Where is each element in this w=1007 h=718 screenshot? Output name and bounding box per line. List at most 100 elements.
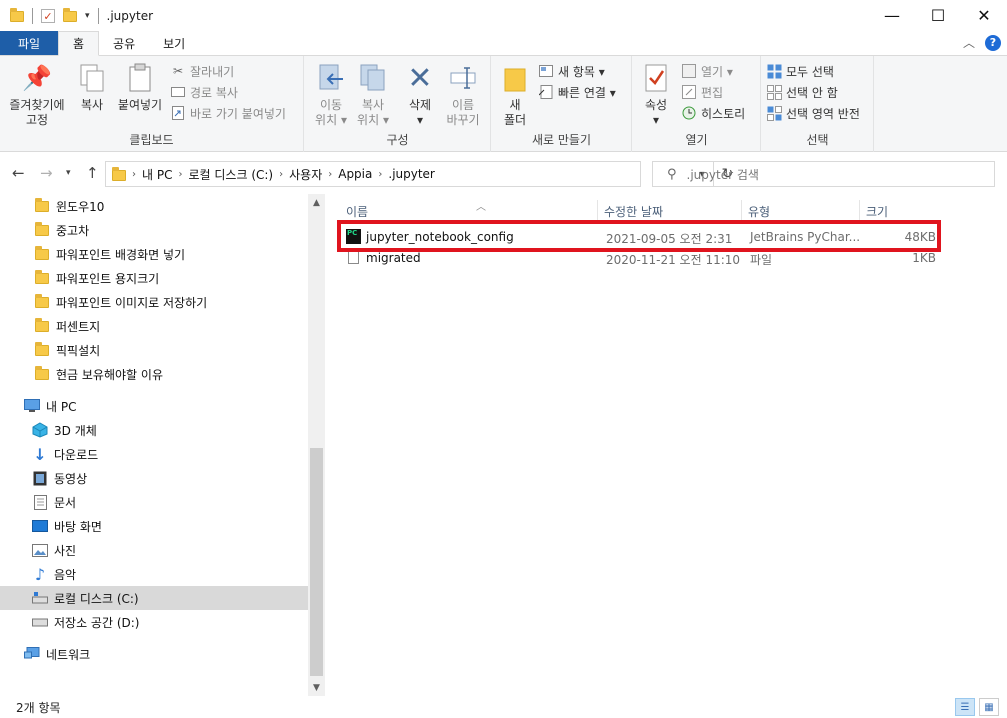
organize-group: 이동 위치 ▾ 복사 위치 ▾ ✕ 삭제 ▾ 이름 바꾸기 구성 xyxy=(305,56,491,152)
nav-item-pictures[interactable]: 사진 xyxy=(0,538,308,562)
up-arrow-icon[interactable]: ↑ xyxy=(86,164,99,182)
select-group-label: 선택 xyxy=(806,133,829,147)
film-icon xyxy=(32,470,48,486)
nav-item-local-disk[interactable]: 로컬 디스크 (C:) xyxy=(0,586,308,610)
nav-item-folder[interactable]: 퍼센트지 xyxy=(0,314,308,338)
customize-toolbar-icon[interactable]: ▾ xyxy=(85,11,90,21)
breadcrumb-this-pc[interactable]: 내 PC xyxy=(142,166,172,183)
history-button[interactable]: 히스토리 xyxy=(681,103,745,123)
paste-shortcut-button[interactable]: 바로 가기 붙여넣기 xyxy=(170,103,286,123)
breadcrumb-separator-icon[interactable]: › xyxy=(378,169,382,180)
breadcrumb-separator-icon[interactable]: › xyxy=(178,169,182,180)
nav-item-folder[interactable]: 중고차 xyxy=(0,218,308,242)
ribbon: 📌 즐겨찾기에 고정 복사 붙여넣기 ✂ 잘라내기 경로 복사 바로 가기 붙여… xyxy=(0,56,1007,152)
new-group-label: 새로 만들기 xyxy=(531,133,591,147)
large-icons-view-icon[interactable]: ▦ xyxy=(979,698,999,716)
breadcrumb-local-disk[interactable]: 로컬 디스크 (C:) xyxy=(188,166,273,183)
file-type: 파일 xyxy=(750,253,773,267)
download-arrow-icon: ↓ xyxy=(33,444,47,464)
new-folder-icon[interactable] xyxy=(63,7,77,22)
properties-check-icon[interactable]: ✓ xyxy=(41,9,55,23)
copy-button[interactable]: 복사 xyxy=(72,62,112,113)
move-to-button[interactable]: 이동 위치 ▾ xyxy=(311,62,351,128)
column-header-size[interactable]: 크기 xyxy=(860,200,938,222)
pin-to-quick-access-button[interactable]: 📌 즐겨찾기에 고정 xyxy=(6,62,68,128)
breadcrumb-appia[interactable]: Appia xyxy=(338,167,372,181)
nav-item-music[interactable]: ♪ 음악 xyxy=(0,562,308,586)
easy-access-button[interactable]: 빠른 연결 ▾ xyxy=(538,82,616,102)
copy-to-button[interactable]: 복사 위치 ▾ xyxy=(353,62,393,128)
select-group: 모두 선택 선택 안 함 선택 영역 반전 선택 xyxy=(762,56,874,152)
cut-button[interactable]: ✂ 잘라내기 xyxy=(170,61,234,81)
scroll-down-icon[interactable]: ▼ xyxy=(308,679,325,696)
forward-arrow-icon[interactable]: → xyxy=(40,164,53,182)
delete-button[interactable]: ✕ 삭제 ▾ xyxy=(401,62,439,128)
scrollbar-thumb[interactable] xyxy=(310,448,323,676)
open-group: 속성 ▾ 열기 ▾ 편집 히스토리 열기 xyxy=(633,56,761,152)
maximize-button[interactable]: ☐ xyxy=(915,0,961,30)
folder-icon xyxy=(112,167,126,181)
nav-item-folder[interactable]: 파워포인트 이미지로 저장하기 xyxy=(0,290,308,314)
nav-item-network[interactable]: 네트워크 xyxy=(0,642,308,666)
breadcrumb-separator-icon[interactable]: › xyxy=(328,169,332,180)
tab-home[interactable]: 홈 xyxy=(58,31,100,56)
new-item-button[interactable]: 새 항목 ▾ xyxy=(538,61,605,81)
minimize-button[interactable]: — xyxy=(869,0,915,30)
column-header-date[interactable]: 수정한 날짜 xyxy=(598,200,742,222)
breadcrumb-separator-icon[interactable]: › xyxy=(279,169,283,180)
rename-button[interactable]: 이름 바꾸기 xyxy=(443,62,483,128)
path-icon xyxy=(170,84,186,100)
breadcrumb-jupyter[interactable]: .jupyter xyxy=(388,167,435,181)
invert-selection-button[interactable]: 선택 영역 반전 xyxy=(766,103,860,123)
move-to-icon xyxy=(316,62,346,94)
properties-check-icon xyxy=(641,62,671,94)
nav-item-folder[interactable]: 현금 보유해야할 이유 xyxy=(0,362,308,386)
nav-item-3d-objects[interactable]: 3D 개체 xyxy=(0,418,308,442)
address-bar[interactable]: › 내 PC › 로컬 디스크 (C:) › 사용자 › Appia › .ju… xyxy=(105,161,733,187)
highlight-box xyxy=(337,220,941,252)
open-button[interactable]: 열기 ▾ xyxy=(681,61,733,81)
nav-item-folder[interactable]: 파워포인트 배경화면 넣기 xyxy=(0,242,308,266)
tab-view[interactable]: 보기 xyxy=(149,31,199,55)
tab-share[interactable]: 공유 xyxy=(99,31,149,55)
breadcrumb-users[interactable]: 사용자 xyxy=(289,166,322,183)
rename-icon xyxy=(448,62,478,94)
nav-item-documents[interactable]: 문서 xyxy=(0,490,308,514)
nav-item-storage-d[interactable]: 저장소 공간 (D:) xyxy=(0,610,308,634)
help-icon[interactable]: ? xyxy=(985,34,1001,51)
scroll-up-icon[interactable]: ▲ xyxy=(308,194,325,211)
tab-file[interactable]: 파일 xyxy=(0,31,58,55)
column-header-type[interactable]: 유형 xyxy=(742,200,860,222)
copy-path-button[interactable]: 경로 복사 xyxy=(170,82,238,102)
copy-icon xyxy=(77,62,107,94)
ribbon-collapse-icon[interactable]: ︿ xyxy=(963,34,975,51)
nav-item-videos[interactable]: 동영상 xyxy=(0,466,308,490)
nav-item-folder[interactable]: 파워포인트 용지크기 xyxy=(0,266,308,290)
paste-button[interactable]: 붙여넣기 xyxy=(114,62,166,113)
select-all-button[interactable]: 모두 선택 xyxy=(766,61,834,81)
picture-icon xyxy=(32,542,48,558)
recent-locations-icon[interactable]: ▾ xyxy=(66,168,71,178)
nav-item-downloads[interactable]: ↓ 다운로드 xyxy=(0,442,308,466)
invert-selection-icon xyxy=(766,105,782,121)
new-group: 새 폴더 새 항목 ▾ 빠른 연결 ▾ 새로 만들기 xyxy=(492,56,632,152)
nav-item-desktop[interactable]: 바탕 화면 xyxy=(0,514,308,538)
nav-item-folder[interactable]: 윈도우10 xyxy=(0,194,308,218)
back-arrow-icon[interactable]: ← xyxy=(12,164,25,182)
breadcrumb-separator-icon[interactable]: › xyxy=(132,169,136,180)
properties-button[interactable]: 속성 ▾ xyxy=(639,62,673,128)
close-button[interactable]: ✕ xyxy=(961,0,1007,30)
new-folder-button[interactable]: 새 폴더 xyxy=(498,62,532,128)
search-box[interactable]: ⚲ .jupyter 검색 xyxy=(652,161,995,187)
navigation-pane: 윈도우10 중고차 파워포인트 배경화면 넣기 파워포인트 용지크기 파워포인트… xyxy=(0,194,325,696)
nav-item-this-pc[interactable]: 내 PC xyxy=(0,394,308,418)
select-none-button[interactable]: 선택 안 함 xyxy=(766,82,838,102)
details-view-icon[interactable]: ☰ xyxy=(955,698,975,716)
edit-button[interactable]: 편집 xyxy=(681,82,723,102)
clipboard-icon xyxy=(125,62,155,94)
nav-item-folder[interactable]: 픽픽설치 xyxy=(0,338,308,362)
column-header-name[interactable]: ︿ 이름 xyxy=(340,200,598,222)
nav-pane-scrollbar[interactable]: ▲ ▼ xyxy=(308,194,325,696)
status-bar: 2개 항목 ☰ ▦ xyxy=(0,696,1007,718)
select-all-icon xyxy=(766,63,782,79)
